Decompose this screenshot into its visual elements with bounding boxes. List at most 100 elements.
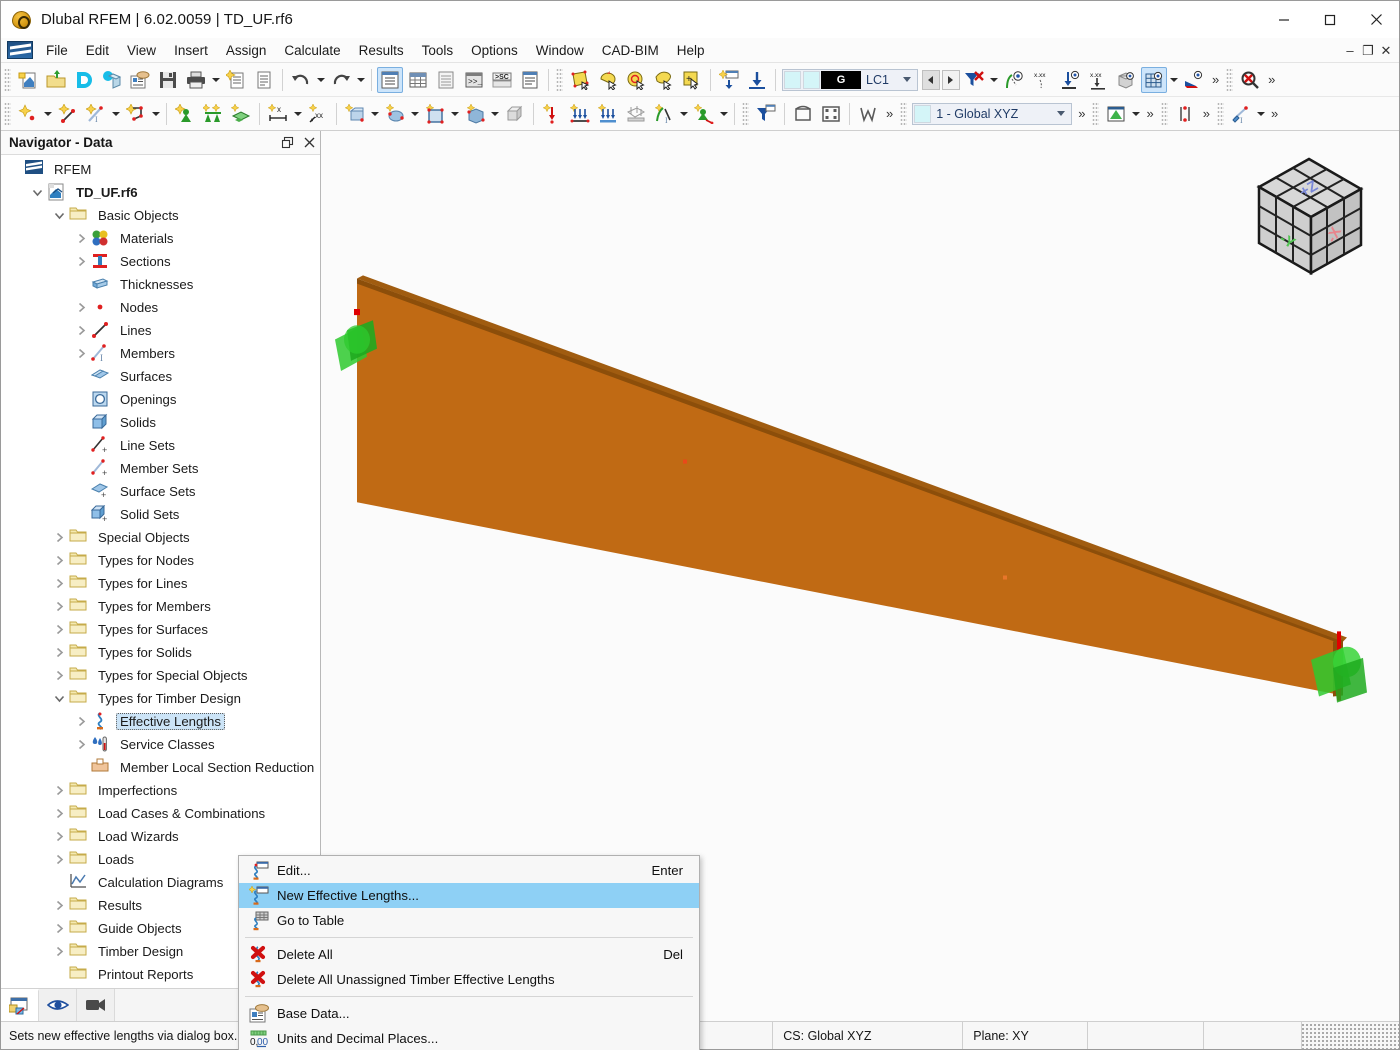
chevron-right-icon[interactable] bbox=[49, 618, 69, 641]
coordinate-system-combo[interactable]: 1 - Global XYZ bbox=[912, 102, 1073, 125]
tree-item-lines[interactable]: Lines bbox=[1, 319, 320, 342]
menu-tools[interactable]: Tools bbox=[413, 40, 463, 61]
new-solid-set-dropdown-icon[interactable] bbox=[489, 101, 501, 127]
chevron-right-icon[interactable] bbox=[49, 940, 69, 963]
snap-settings-icon[interactable] bbox=[1172, 101, 1198, 127]
clipping-box-icon[interactable] bbox=[790, 101, 816, 127]
tree-item-types-for-lines[interactable]: Types for Lines bbox=[1, 572, 320, 595]
navigator-close-icon[interactable] bbox=[298, 132, 320, 154]
menu-options[interactable]: Options bbox=[462, 40, 527, 61]
new-nodal-load-icon[interactable] bbox=[539, 101, 565, 127]
tree-item-special-objects[interactable]: Special Objects bbox=[1, 526, 320, 549]
load-case-previous-button[interactable] bbox=[921, 69, 940, 90]
undo-dropdown-icon[interactable] bbox=[315, 67, 327, 93]
load-case-next-button[interactable] bbox=[941, 69, 960, 90]
tree-item-member-sets[interactable]: + Member Sets bbox=[1, 457, 320, 480]
new-polyline-dropdown-icon[interactable] bbox=[150, 101, 162, 127]
dlubal-center-icon[interactable] bbox=[71, 67, 97, 93]
tree-item-thicknesses[interactable]: Thicknesses bbox=[1, 273, 320, 296]
new-solid-set-icon[interactable] bbox=[462, 101, 488, 127]
tree-item-sections[interactable]: Sections bbox=[1, 250, 320, 273]
toolbar-grip[interactable] bbox=[1092, 101, 1100, 126]
member-hinge-dropdown-icon[interactable] bbox=[678, 101, 690, 127]
chevron-right-icon[interactable] bbox=[49, 802, 69, 825]
tree-item-types-for-special-objects[interactable]: Types for Special Objects bbox=[1, 664, 320, 687]
tree-item-solids[interactable]: Solids bbox=[1, 411, 320, 434]
new-support-set-icon[interactable] bbox=[691, 101, 717, 127]
tree-item-rfem[interactable]: RFEM bbox=[1, 158, 320, 181]
new-model-icon[interactable] bbox=[15, 67, 41, 93]
toolbar-grip[interactable] bbox=[1226, 67, 1234, 92]
navigator-undock-icon[interactable] bbox=[276, 132, 298, 154]
render-solid-icon[interactable] bbox=[1113, 67, 1139, 93]
animation-icon[interactable] bbox=[818, 101, 844, 127]
work-plane-icon[interactable] bbox=[1103, 101, 1129, 127]
tree-item-basic-objects[interactable]: Basic Objects bbox=[1, 204, 320, 227]
support-set-dropdown-icon[interactable] bbox=[718, 101, 730, 127]
chevron-right-icon[interactable] bbox=[71, 250, 91, 273]
toolbar-overflow-icon[interactable]: » bbox=[1267, 106, 1282, 121]
tree-item-td-uf-rf6[interactable]: TD_UF.rf6 bbox=[1, 181, 320, 204]
redo-icon[interactable] bbox=[328, 67, 354, 93]
status-resize-grip[interactable] bbox=[1301, 1022, 1399, 1049]
open-model-icon[interactable] bbox=[43, 67, 69, 93]
tree-item-nodes[interactable]: Nodes bbox=[1, 296, 320, 319]
menu-help[interactable]: Help bbox=[668, 40, 714, 61]
navigator-views-tab[interactable] bbox=[77, 989, 115, 1021]
chevron-right-icon[interactable] bbox=[49, 526, 69, 549]
context-menu-item-delete-all-unassigned-timber-effective-lengths[interactable]: Delete All Unassigned Timber Effective L… bbox=[239, 967, 699, 992]
toolbar-overflow-icon[interactable]: » bbox=[1264, 72, 1279, 87]
base-data-icon[interactable] bbox=[127, 67, 153, 93]
new-opening-dropdown-icon[interactable] bbox=[449, 101, 461, 127]
filter-dropdown-icon[interactable] bbox=[988, 67, 1000, 93]
menu-window[interactable]: Window bbox=[527, 40, 593, 61]
new-line-support-icon[interactable] bbox=[200, 101, 226, 127]
visibility-filter-icon[interactable] bbox=[753, 101, 779, 127]
select-objects-icon[interactable] bbox=[623, 67, 649, 93]
new-surface-support-icon[interactable] bbox=[228, 101, 254, 127]
menu-assign[interactable]: Assign bbox=[217, 40, 276, 61]
show-numeric-values-icon[interactable]: x.xx bbox=[1085, 67, 1111, 93]
printout-report-icon[interactable] bbox=[251, 67, 277, 93]
toolbar-grip[interactable] bbox=[4, 101, 11, 126]
command-line-icon[interactable]: >>_ bbox=[461, 67, 487, 93]
result-tables-icon[interactable] bbox=[433, 67, 459, 93]
menu-file[interactable]: File bbox=[37, 40, 77, 61]
new-member-hinge-icon[interactable]: I bbox=[651, 101, 677, 127]
tree-item-types-for-members[interactable]: Types for Members bbox=[1, 595, 320, 618]
chevron-right-icon[interactable] bbox=[71, 319, 91, 342]
toolbar-grip[interactable] bbox=[556, 67, 563, 92]
redo-dropdown-icon[interactable] bbox=[355, 67, 367, 93]
menu-insert[interactable]: Insert bbox=[165, 40, 217, 61]
chevron-down-icon[interactable] bbox=[49, 687, 69, 710]
script-icon[interactable]: >SC bbox=[489, 67, 515, 93]
toolbar-grip[interactable] bbox=[4, 67, 11, 92]
navigator-data-tab[interactable] bbox=[1, 989, 39, 1021]
toolbar-overflow-icon[interactable]: » bbox=[1074, 106, 1089, 121]
context-menu-item-new-effective-lengths[interactable]: New Effective Lengths... bbox=[239, 883, 699, 908]
import-icon[interactable] bbox=[744, 67, 770, 93]
menu-calculate[interactable]: Calculate bbox=[275, 40, 349, 61]
tree-item-load-cases-combinations[interactable]: Load Cases & Combinations bbox=[1, 802, 320, 825]
tree-item-imperfections[interactable]: Imperfections bbox=[1, 779, 320, 802]
document-restore-button[interactable]: ❐ bbox=[1359, 40, 1377, 62]
toolbar-grip[interactable] bbox=[1160, 101, 1168, 126]
dimension-dropdown-icon[interactable] bbox=[292, 101, 304, 127]
tree-item-types-for-timber-design[interactable]: Types for Timber Design bbox=[1, 687, 320, 710]
member-properties-dropdown-icon[interactable] bbox=[1255, 101, 1267, 127]
menu-edit[interactable]: Edit bbox=[77, 40, 118, 61]
new-load-icon[interactable] bbox=[716, 67, 742, 93]
context-menu-item-base-data[interactable]: Base Data... bbox=[239, 1001, 699, 1026]
chevron-right-icon[interactable] bbox=[49, 848, 69, 871]
chevron-right-icon[interactable] bbox=[49, 779, 69, 802]
toolbar-grip[interactable] bbox=[900, 101, 908, 126]
solid-block-icon[interactable] bbox=[502, 101, 528, 127]
document-close-button[interactable]: ✕ bbox=[1377, 40, 1395, 62]
work-plane-dropdown-icon[interactable] bbox=[1130, 101, 1142, 127]
context-menu-item-go-to-table[interactable]: Go to Table bbox=[239, 908, 699, 933]
new-solid-icon[interactable] bbox=[382, 101, 408, 127]
tree-item-members[interactable]: I Members bbox=[1, 342, 320, 365]
new-node-dropdown-icon[interactable] bbox=[42, 101, 54, 127]
table-panel-icon[interactable] bbox=[405, 67, 431, 93]
save-icon[interactable] bbox=[155, 67, 181, 93]
